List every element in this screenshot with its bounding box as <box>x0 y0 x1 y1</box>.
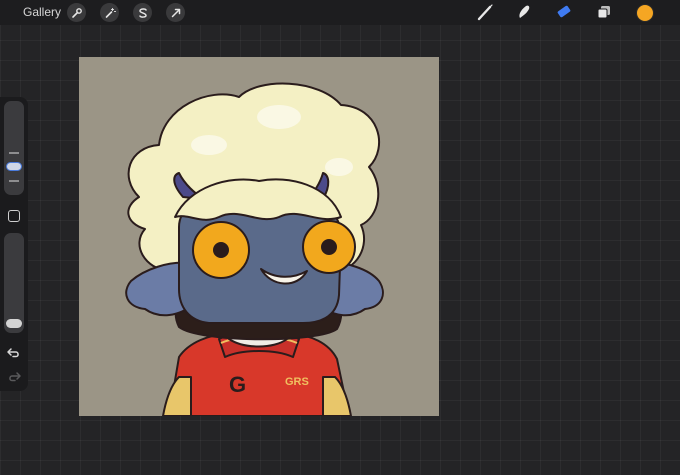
smudge-icon[interactable] <box>513 1 535 23</box>
drawing-canvas[interactable]: G GRS <box>79 57 439 416</box>
top-toolbar: Gallery <box>0 0 680 25</box>
color-picker-swatch[interactable] <box>636 4 654 22</box>
brush-icon[interactable] <box>474 1 496 23</box>
size-tick-lower <box>9 180 19 182</box>
square-modifier-icon[interactable] <box>8 210 20 222</box>
size-tick-upper <box>9 152 19 154</box>
wrench-icon[interactable] <box>67 3 86 22</box>
jacket-text: GRS <box>285 376 309 388</box>
opacity-slider[interactable] <box>4 233 24 333</box>
layers-icon[interactable] <box>593 1 615 23</box>
left-sleeve <box>162 376 192 416</box>
selection-s-icon[interactable] <box>133 3 152 22</box>
redo-icon[interactable] <box>6 369 22 385</box>
character-artwork: G GRS <box>125 82 384 416</box>
right-sleeve <box>322 376 352 416</box>
left-sidebar <box>0 97 28 391</box>
magic-wand-icon[interactable] <box>100 3 119 22</box>
transform-arrow-icon[interactable] <box>166 3 185 22</box>
eraser-icon[interactable] <box>552 1 574 23</box>
brush-size-thumb[interactable] <box>6 162 22 171</box>
opacity-thumb[interactable] <box>6 319 22 328</box>
gallery-button[interactable]: Gallery <box>23 5 61 19</box>
jacket-monogram: G <box>229 372 246 397</box>
brush-size-slider[interactable] <box>4 101 24 195</box>
undo-icon[interactable] <box>6 345 22 361</box>
